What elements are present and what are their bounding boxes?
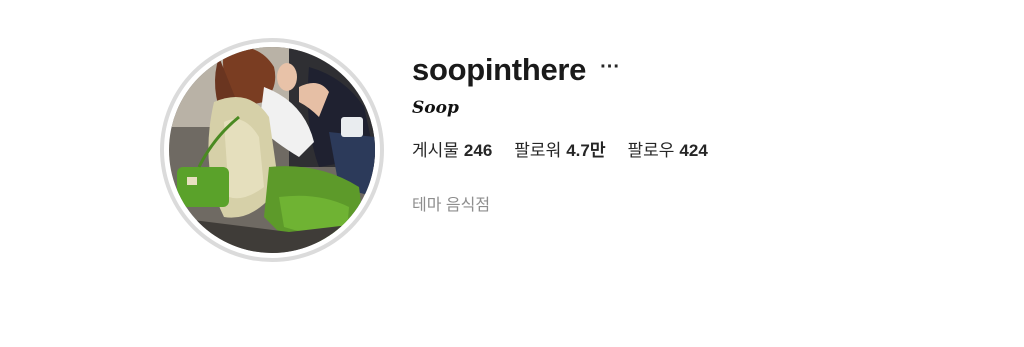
- stat-posts: 게시물 246: [412, 136, 492, 161]
- avatar-photo: [169, 47, 375, 253]
- stat-followers[interactable]: 팔로워 4.7만: [514, 136, 605, 161]
- profile-category: 테마 음식점: [412, 197, 491, 214]
- stat-followers-label: 팔로워: [514, 141, 562, 160]
- stat-posts-label: 게시물: [412, 141, 459, 160]
- stat-following-value: 424: [679, 141, 708, 160]
- stat-following-label: 팔로우: [627, 141, 675, 160]
- avatar-gap: [164, 42, 380, 258]
- username-row: soopinthere ···: [412, 50, 972, 90]
- profile-header: soopinthere ··· Soop 게시물 246 팔로워 4.7만 팔로우 4…: [0, 0, 1024, 347]
- username: soopinthere: [412, 52, 587, 87]
- stats-row: 게시물 246 팔로워 4.7만 팔로우 424: [412, 136, 972, 161]
- avatar-ring[interactable]: [160, 38, 384, 262]
- display-name: Soop: [412, 98, 459, 118]
- profile-info: soopinthere ··· Soop 게시물 246 팔로워 4.7만 팔로우 4…: [412, 50, 972, 215]
- stat-posts-value: 246: [463, 141, 493, 160]
- more-options-icon[interactable]: ···: [600, 57, 620, 83]
- stat-following[interactable]: 팔로우 424: [628, 136, 708, 161]
- avatar[interactable]: [169, 47, 375, 253]
- stat-followers-value: 4.7만: [566, 141, 606, 160]
